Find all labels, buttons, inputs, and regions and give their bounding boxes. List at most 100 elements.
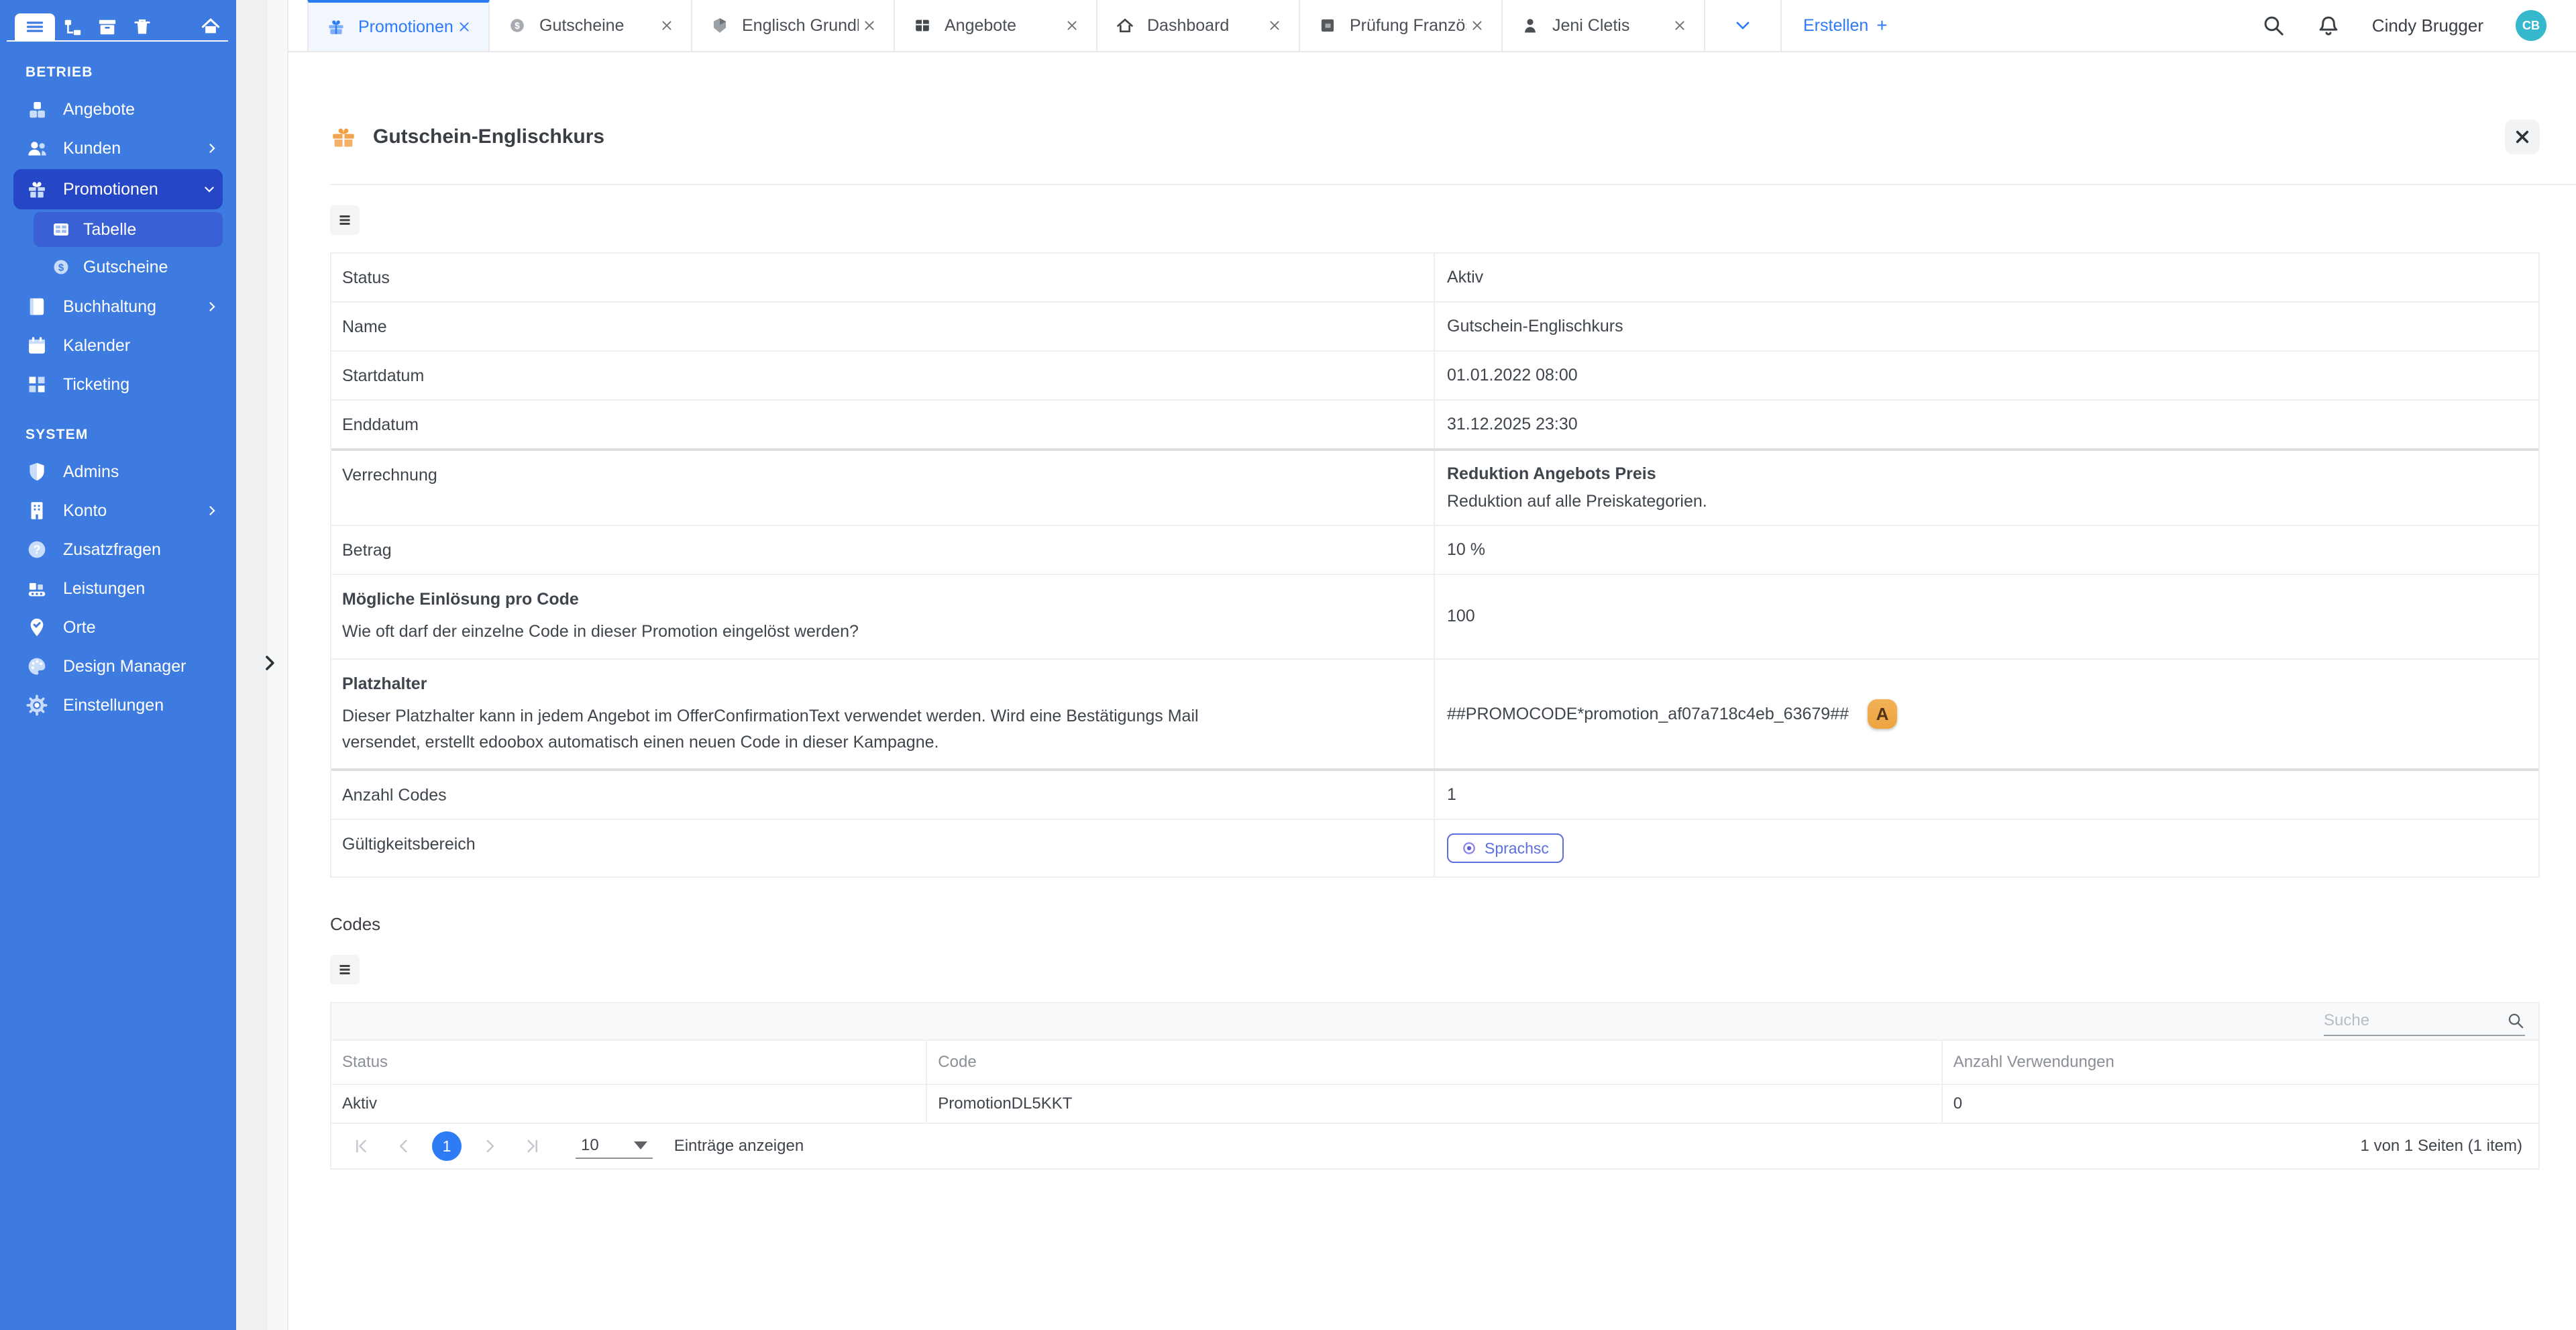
tab-jeni-cletis[interactable]: Jeni Cletis [1503,0,1705,51]
chevron-right-icon [204,140,220,156]
trash-tool-button[interactable] [125,13,160,40]
chevron-right-icon [204,503,220,519]
row-label: Betrag [331,526,1435,574]
home-tool-button[interactable] [193,13,228,40]
row-label: Mögliche Einlösung pro Code Wie oft darf… [331,575,1435,658]
row-label-title: Platzhalter [342,674,1423,694]
row-label: Enddatum [331,401,1435,448]
sitemap-icon [62,17,83,37]
search-input[interactable] [2324,1011,2496,1030]
tab-promotionen[interactable]: Promotionen [307,0,490,51]
sidebar-item-admins[interactable]: Admins [0,452,236,491]
close-icon[interactable] [1264,15,1285,36]
sidebar-item-buchhaltung[interactable]: Buchhaltung [0,287,236,326]
row-label: Verrechnung [331,451,1435,525]
tab-label: Dashboard [1147,16,1264,36]
tab-englisch-grundl[interactable]: Englisch Grundl... [692,0,895,51]
search-icon[interactable] [2506,1011,2525,1030]
sidebar-item-design-manager[interactable]: Design Manager [0,647,236,686]
archive-tool-button[interactable] [90,13,125,40]
avatar[interactable]: CB [2516,10,2546,41]
row-value: 100 [1435,575,2538,658]
column-header-code[interactable]: Code [927,1041,1942,1084]
codes-table-row[interactable]: Aktiv PromotionDL5KKT 0 [331,1085,2538,1124]
tabs-overflow-button[interactable] [1705,0,1782,51]
tab-label: Promotionen [358,17,453,37]
sidebar-item-angebote[interactable]: Angebote [0,90,236,129]
sidebar-menu-button[interactable] [15,13,55,40]
sidebar-expand-handle[interactable] [255,648,284,678]
row-label: Platzhalter Dieser Platzhalter kann in j… [331,660,1435,769]
shield-icon [25,460,48,483]
detail-row-startdatum: Startdatum 01.01.2022 08:00 [331,350,2538,399]
sidebar-item-orte[interactable]: Orte [0,608,236,647]
page-size-value: 10 [581,1136,599,1155]
sidebar-item-promotionen[interactable]: Promotionen [13,169,223,209]
close-icon[interactable] [1466,15,1488,36]
chevron-down-icon [1734,17,1752,34]
row-label: Status [331,254,1435,301]
tab-angebote[interactable]: Angebote [895,0,1097,51]
sidebar-item-einstellungen[interactable]: Einstellungen [0,686,236,725]
column-header-status[interactable]: Status [331,1041,927,1084]
next-page-button[interactable] [475,1131,504,1161]
codes-menu-button[interactable] [330,955,360,984]
close-icon[interactable] [453,16,475,38]
bell-icon[interactable] [2317,14,2340,37]
close-icon[interactable] [1061,15,1083,36]
detail-menu-button[interactable] [330,205,360,235]
codes-toolbar [331,1003,2538,1041]
search-icon[interactable] [2262,14,2285,37]
cell-code: PromotionDL5KKT [927,1085,1942,1123]
row-label-description: Wie oft darf der einzelne Code in dieser… [342,619,1201,645]
sitemap-tool-button[interactable] [55,13,90,40]
list-icon [337,962,353,978]
sidebar-item-label: Admins [63,462,220,482]
table-icon [51,219,71,240]
close-icon[interactable] [859,15,880,36]
plus-icon: + [1876,15,1887,36]
sidebar-nav-betrieb: Angebote Kunden Promotionen Tabelle $ Gu… [0,90,236,404]
sprachschule-chip[interactable]: Sprachsc [1447,833,1564,863]
close-icon [2514,128,2531,146]
create-tab-button[interactable]: Erstellen + [1782,0,1909,51]
close-detail-button[interactable] [2505,119,2540,154]
avatar-badge[interactable]: A [1868,699,1897,729]
sidebar-subitem-tabelle[interactable]: Tabelle [34,212,223,247]
hamburger-icon [25,17,44,36]
sidebar-subitem-gutscheine[interactable]: $ Gutscheine [34,250,223,285]
calendar-icon [25,334,48,357]
previous-page-button[interactable] [389,1131,419,1161]
column-header-verwendungen[interactable]: Anzahl Verwendungen [1943,1041,2538,1084]
sidebar-item-kunden[interactable]: Kunden [0,129,236,168]
sidebar-item-ticketing[interactable]: Ticketing [0,365,236,404]
detail-row-gueltigkeitsbereich: Gültigkeitsbereich Sprachsc [331,819,2538,876]
page-size-select[interactable]: 10 [576,1133,653,1159]
radio-icon [1462,841,1477,856]
detail-row-name: Name Gutschein-Englischkurs [331,301,2538,350]
cube-icon [710,15,730,36]
sidebar-item-label: Angebote [63,100,220,119]
row-label: Anzahl Codes [331,771,1435,819]
current-page-button[interactable]: 1 [432,1131,462,1161]
row-label-description: Dieser Platzhalter kann in jedem Angebot… [342,703,1201,756]
sidebar-item-kalender[interactable]: Kalender [0,326,236,365]
tab-gutscheine[interactable]: $ Gutscheine [490,0,692,51]
first-page-button[interactable] [346,1131,376,1161]
sidebar-item-label: Kalender [63,336,220,356]
last-page-button[interactable] [518,1131,547,1161]
sidebar-item-leistungen[interactable]: Leistungen [0,569,236,608]
presentation-icon [1318,15,1338,36]
close-icon[interactable] [1669,15,1690,36]
codes-section-title: Codes [330,914,2540,935]
sidebar-item-zusatzfragen[interactable]: ? Zusatzfragen [0,530,236,569]
sidebar-item-konto[interactable]: Konto [0,491,236,530]
user-name[interactable]: Cindy Brugger [2372,15,2483,36]
row-label: Name [331,303,1435,350]
archive-icon [97,17,117,37]
tab-dashboard[interactable]: Dashboard [1097,0,1300,51]
list-icon [337,212,353,228]
close-icon[interactable] [656,15,678,36]
tab-pruefung-franzoesisch[interactable]: Prüfung Französi... [1300,0,1503,51]
detail-row-betrag: Betrag 10 % [331,525,2538,574]
